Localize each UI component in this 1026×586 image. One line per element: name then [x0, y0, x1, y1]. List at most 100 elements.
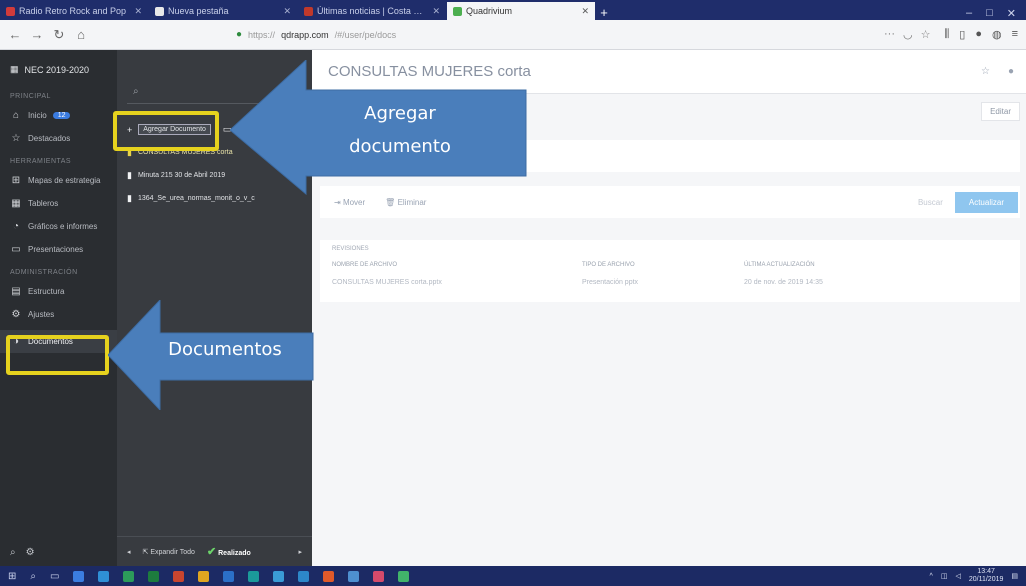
menu-icon[interactable]: ≡	[1012, 28, 1018, 41]
favicon-icon	[304, 6, 313, 16]
sidebar-section-label: Principal	[10, 93, 51, 100]
sidebar-toggle-icon[interactable]: ▯	[959, 28, 965, 41]
file-name-cell[interactable]: CONSULTAS MUJERES corta.pptx	[332, 279, 582, 286]
app-icon[interactable]	[173, 570, 185, 582]
delete-button[interactable]: 🗑 Eliminar	[385, 198, 426, 207]
sidebar-item-presentaciones[interactable]: ▭ Presentaciones	[0, 238, 117, 261]
gear-icon[interactable]: ⚙	[26, 547, 35, 558]
close-icon[interactable]: ✕	[134, 6, 142, 17]
table-header: Nombre de archivo Tipo de archivo Última…	[332, 262, 1008, 268]
sidebar-item-graficos[interactable]: ◔ Gráficos e informes	[0, 215, 117, 238]
notifications-icon[interactable]: ▤	[1011, 572, 1018, 580]
favicon-icon	[453, 6, 462, 16]
more-icon[interactable]: ●	[1008, 66, 1014, 77]
close-window-icon[interactable]: ✕	[1007, 7, 1016, 20]
back-icon[interactable]: ←	[8, 27, 22, 42]
volume-icon[interactable]: ◁	[955, 572, 960, 580]
sidebar-section-label: Administración	[10, 269, 78, 276]
home-icon: ⌂	[12, 110, 20, 121]
document-name: 1364_Se_urea_normas_monit_o_v_c	[137, 195, 255, 202]
collapse-arrow-icon[interactable]: ◂	[127, 548, 131, 556]
app-icon[interactable]	[148, 570, 160, 582]
app-icon[interactable]	[223, 570, 235, 582]
forward-icon[interactable]: →	[30, 27, 44, 42]
app-icon[interactable]	[323, 570, 335, 582]
home-icon[interactable]: ⌂	[74, 27, 88, 42]
app-icon[interactable]	[298, 570, 310, 582]
windows-taskbar: ⊞ ⌕ ▭ ^ ◫ ◁ 13:47 20/11/2019 ▤	[0, 566, 1026, 586]
sidebar-item-tableros[interactable]: ▦ Tableros	[0, 192, 117, 215]
sidebar-item-label: Estructura	[28, 287, 65, 296]
close-icon[interactable]: ✕	[581, 6, 589, 17]
star-icon[interactable]: ☆	[981, 66, 990, 77]
revisions-title: Revisiones	[332, 246, 369, 252]
app-icon[interactable]	[73, 570, 85, 582]
browser-tab[interactable]: Nueva pestaña ✕	[149, 2, 297, 20]
close-icon[interactable]: ✕	[432, 6, 440, 17]
sidebar-item-estructura[interactable]: ▤ Estructura	[0, 280, 117, 303]
address-bar[interactable]: ● https:// qdrapp.com /#/user/pe/docs	[236, 24, 876, 45]
search-link[interactable]: Buscar	[918, 198, 943, 207]
sidebar-footer: ⌕ ⚙	[10, 547, 35, 558]
minimize-icon[interactable]: –	[966, 7, 972, 20]
app-icon[interactable]	[373, 570, 385, 582]
calendar-icon: ▦	[10, 64, 19, 74]
board-icon: ▦	[11, 198, 21, 209]
tray-arrow-icon[interactable]: ^	[930, 573, 933, 580]
browser-tab[interactable]: Radio Retro Rock and Pop ✕	[0, 2, 148, 20]
url-prefix: https://	[248, 29, 276, 40]
sidebar-item-inicio[interactable]: ⌂ Inicio 12	[0, 104, 117, 127]
move-button[interactable]: ⇥ Mover	[334, 198, 365, 207]
new-tab-button[interactable]: +	[596, 5, 612, 20]
app-icon[interactable]	[398, 570, 410, 582]
search-icon[interactable]: ⌕	[30, 571, 36, 582]
app-icon[interactable]	[273, 570, 285, 582]
app-icon[interactable]	[98, 570, 110, 582]
app-icon[interactable]	[348, 570, 360, 582]
reload-icon[interactable]: ↻	[52, 27, 66, 43]
expand-all-button[interactable]: ⇱ Expandir Todo	[143, 548, 195, 556]
browser-nav-bar: ← → ↻ ⌂ ● https:// qdrapp.com /#/user/pe/d…	[0, 20, 1026, 50]
browser-tab-active[interactable]: Quadrivium ✕	[447, 2, 595, 20]
task-view-icon[interactable]: ▭	[50, 571, 59, 582]
tab-label: Radio Retro Rock and Pop	[19, 6, 127, 16]
clock-date: 20/11/2019	[968, 576, 1004, 583]
done-button[interactable]: ✔ Realizado	[207, 545, 251, 558]
sidebar-item-mapas[interactable]: ⊞ Mapas de estrategia	[0, 169, 117, 192]
search-icon: ⌕	[133, 86, 139, 97]
search-icon[interactable]: ⌕	[10, 547, 16, 558]
sidebar-item-destacados[interactable]: ☆ Destacados	[0, 127, 117, 150]
file-icon: ▮	[127, 193, 132, 203]
column-header: Tipo de archivo	[582, 262, 635, 268]
app-icon[interactable]	[123, 570, 135, 582]
chart-icon: ◔	[12, 221, 20, 232]
library-icon[interactable]: ⫼	[944, 28, 949, 41]
file-type-cell: Presentación pptx	[582, 279, 639, 286]
close-icon[interactable]: ✕	[283, 6, 291, 17]
tab-label: Nueva pestaña	[168, 6, 229, 16]
page-actions-icon[interactable]: ···	[884, 28, 895, 41]
bookmark-star-icon[interactable]: ☆	[921, 28, 931, 41]
extension-icon[interactable]: ●	[975, 28, 982, 41]
sidebar-item-ajustes[interactable]: ⚙ Ajustes	[0, 303, 117, 326]
maximize-icon[interactable]: □	[986, 7, 993, 20]
sidebar-section-label: Herramientas	[10, 158, 72, 165]
table-row[interactable]: CONSULTAS MUJERES corta.pptx Presentació…	[332, 279, 1008, 286]
network-icon[interactable]: ◫	[941, 572, 948, 580]
app-icon[interactable]	[248, 570, 260, 582]
clock[interactable]: 13:47 20/11/2019	[969, 568, 1004, 584]
windows-start-icon[interactable]: ⊞	[8, 571, 16, 582]
check-icon: ✔	[206, 546, 217, 558]
expand-arrow-icon[interactable]: ▸	[298, 548, 302, 556]
url-domain: qdrapp.com	[281, 29, 329, 40]
pocket-icon[interactable]: ◡	[903, 28, 913, 41]
url-path: /#/user/pe/docs	[334, 29, 397, 40]
app-icon[interactable]	[198, 570, 210, 582]
edit-button[interactable]: Editar	[981, 102, 1020, 121]
browser-tab[interactable]: Últimas noticias | Costa Rica ✕	[298, 2, 446, 20]
upload-button[interactable]: Actualizar	[954, 191, 1018, 213]
document-name: Minuta 215 30 de Abril 2019	[137, 172, 226, 179]
workspace-title[interactable]: ▦ NEC 2019-2020	[0, 50, 117, 85]
star-icon: ☆	[11, 133, 21, 144]
account-icon[interactable]: ◍	[992, 28, 1002, 41]
